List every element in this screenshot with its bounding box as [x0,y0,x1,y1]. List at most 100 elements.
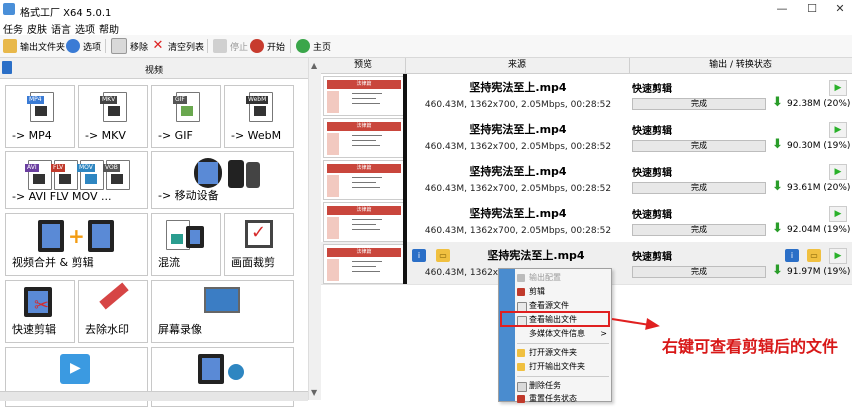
options-button[interactable]: 选项 [66,38,101,54]
source-filename: 坚持宪法至上.mp4 [469,81,567,94]
source-info: 460.43M, 1362x700, 2.05Mbps, 00:28:52 [424,184,612,194]
info-icon[interactable]: i [412,249,426,262]
menu-item-open-output-folder[interactable]: 打开输出文件夹 [515,361,611,373]
progress-bar: 完成 [632,224,766,236]
film-icon [38,220,64,252]
source-info: 460.43M, 1362x700, 2.05Mbps, 00:28:52 [424,100,612,110]
play-button[interactable]: ▶ [829,248,847,264]
tile-remove-watermark[interactable]: 去除水印 [78,280,148,343]
tile-crop[interactable]: ✓ 画面裁剪 [224,213,294,276]
menu-item-open-source-folder[interactable]: 打开源文件夹 [515,347,611,359]
folder-icon[interactable]: ▭ [807,249,821,262]
folder-icon [517,363,525,371]
menu-item-media-info[interactable]: 多媒体文件信息 > [515,328,611,340]
scissors-icon: ✂ [34,295,50,316]
film-icon [186,226,204,248]
folder-icon[interactable]: ▭ [436,249,450,262]
start-icon [250,39,264,53]
menu-skin[interactable]: 皮肤 [27,21,47,36]
menu-item-output-config[interactable]: 输出配置 [515,272,611,284]
tile-to-mp4[interactable]: MP4 -> MP4 [5,85,75,148]
film-icon [198,354,224,384]
play-button[interactable]: ▶ [829,122,847,138]
tile-screen-record[interactable]: 屏幕录像 [151,280,294,343]
menu-item-delete-task[interactable]: 删除任务 [515,380,611,392]
source-filename: 坚持宪法至上.mp4 [469,207,567,220]
task-row[interactable]: 法律篇 坚持宪法至上.mp4 460.43M, 1362x700, 2.05Mb… [321,158,852,201]
film-reel-icon [194,158,222,188]
tile-label: 去除水印 [85,323,129,336]
category-header[interactable]: 视频 [0,58,308,79]
output-mode: 快速剪辑 [632,252,672,263]
minimize-button[interactable]: — [772,2,792,15]
down-arrow-icon: ⬇ [772,179,783,194]
vob-file-icon: VOB [103,160,130,190]
menu-task[interactable]: 任务 [3,21,23,36]
tile-to-avi-flv-mov[interactable]: AVI FLV MOV VOB -> AVI FLV MOV ... [5,151,148,209]
output-size: 93.61M (20%) [787,183,851,193]
header-source[interactable]: 来源 [405,58,630,73]
toolbar-separator [105,39,106,53]
delete-icon [517,382,527,392]
scroll-up-icon[interactable]: ▲ [311,61,317,70]
menu-item-clip[interactable]: 剪辑 [515,286,611,298]
monitor-icon [204,287,240,313]
left-scrollbar[interactable]: ▲ ▼ [308,58,321,400]
toolbar-separator [290,39,291,53]
start-button[interactable]: 开始 [250,38,285,54]
app-icon [3,3,15,15]
video-thumbnail: 法律篇 [323,244,405,284]
task-row[interactable]: 法律篇 坚持宪法至上.mp4 460.43M, 1362x700, 2.05Mb… [321,74,852,117]
video-thumbnail: 法律篇 [323,76,405,116]
menu-options[interactable]: 选项 [75,21,95,36]
tile-label: 快速剪辑 [12,323,56,336]
down-arrow-icon: ⬇ [772,137,783,152]
tile-label: 视频合并 & 剪辑 [12,256,94,269]
output-mode: 快速剪辑 [632,210,672,221]
tile-label: 画面裁剪 [231,256,275,269]
play-button[interactable]: ▶ [829,164,847,180]
tile-mobile-device[interactable]: -> 移动设备 [151,151,294,209]
task-list-header: 预览 来源 输出 / 转换状态 [321,58,852,74]
tile-video-merge-edit[interactable]: + 视频合并 & 剪辑 [5,213,148,276]
progress-bar: 完成 [632,182,766,194]
menu-language[interactable]: 语言 [51,21,71,36]
output-folder-button[interactable]: 输出文件夹 [3,38,65,54]
folder-icon [3,39,17,53]
play-button[interactable]: ▶ [829,80,847,96]
remove-button[interactable]: 移除 [111,38,148,54]
play-button[interactable]: ▶ [829,206,847,222]
maximize-button[interactable]: ☐ [802,2,822,15]
tile-mux[interactable]: 混流 [151,213,221,276]
clear-list-button[interactable]: ✕ 清空列表 [151,38,204,54]
mov-file-icon: MOV [77,160,104,190]
tile-to-mkv[interactable]: MKV -> MKV [78,85,148,148]
film-icon [88,220,114,252]
tile-to-gif[interactable]: GIF -> GIF [151,85,221,148]
source-filename: 坚持宪法至上.mp4 [469,123,567,136]
video-thumbnail: 法律篇 [323,202,405,242]
task-row[interactable]: 法律篇 坚持宪法至上.mp4 460.43M, 1362x700, 2.05Mb… [321,116,852,159]
menu-help[interactable]: 帮助 [99,21,119,36]
home-button[interactable]: 主页 [296,38,331,54]
clip-icon [517,288,525,296]
scroll-down-icon[interactable]: ▼ [311,388,317,397]
header-preview[interactable]: 预览 [321,58,406,73]
options-label: 选项 [83,42,102,53]
output-size: 90.30M (19%) [787,141,851,151]
source-info: 460.43M, 1362x700, 2.05Mbps, 00:28:52 [424,142,612,152]
eraser-icon [99,282,129,310]
context-menu: 输出配置 剪辑 查看源文件 查看输出文件 多媒体文件信息 > 打开源文件夹 打开输… [498,268,612,405]
stop-button[interactable]: 停止 [213,38,248,54]
task-row[interactable]: 法律篇 坚持宪法至上.mp4 460.43M, 1362x700, 2.05Mb… [321,200,852,243]
tile-label: 屏幕录像 [158,323,202,336]
info-icon[interactable]: i [785,249,799,262]
tile-to-webm[interactable]: WebM -> WebM [224,85,294,148]
mp4-file-icon: MP4 [27,92,54,122]
annotation-arrow-head [645,317,661,333]
tile-quick-clip[interactable]: ✂ 快速剪辑 [5,280,75,343]
menu-item-reset-status[interactable]: 重置任务状态 [515,393,611,405]
close-button[interactable]: ✕ [830,2,850,15]
header-output-status[interactable]: 输出 / 转换状态 [629,58,852,73]
output-mode: 快速剪辑 [632,126,672,137]
